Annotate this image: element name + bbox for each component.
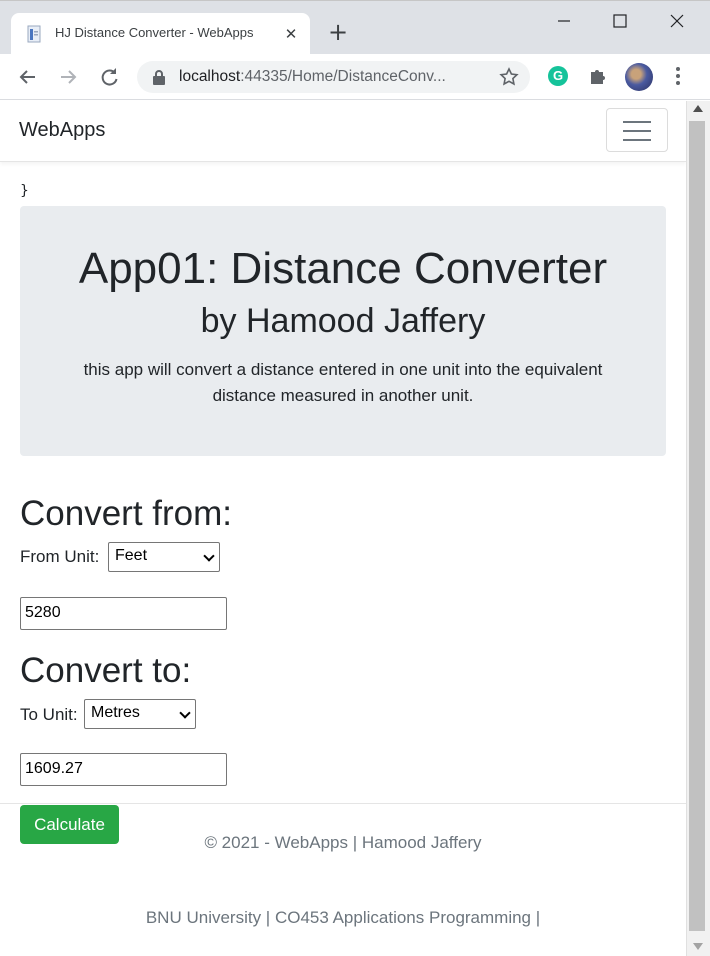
hamburger-icon[interactable]	[606, 108, 668, 152]
maximize-icon[interactable]	[600, 7, 640, 35]
kebab-menu-icon[interactable]	[670, 66, 686, 86]
site-navbar: WebApps	[0, 101, 686, 162]
url-path: :44335/Home/DistanceConv...	[240, 68, 446, 85]
to-unit-select[interactable]: Metres	[84, 699, 196, 729]
from-unit-select[interactable]: Feet	[108, 542, 220, 572]
page-subtitle: by Hamood Jaffery	[200, 302, 486, 340]
app-description: this app will convert a distance entered…	[83, 360, 603, 405]
url-text: localhost:44335/Home/DistanceConv...	[179, 68, 479, 86]
puzzle-icon[interactable]	[588, 66, 608, 86]
scroll-up-icon[interactable]	[693, 105, 703, 112]
page-title: App01: Distance Converter	[78, 244, 608, 293]
page-scrollbar[interactable]	[686, 101, 710, 956]
footer-course: BNU University | CO453 Applications Prog…	[145, 908, 541, 927]
stray-text: }	[20, 183, 29, 199]
brand-link[interactable]: WebApps	[19, 119, 105, 142]
close-icon[interactable]: ✕	[281, 24, 301, 44]
to-value-output[interactable]: 1609.27	[20, 753, 227, 786]
forward-arrow-icon[interactable]	[56, 65, 80, 89]
from-unit-value: Feet	[115, 547, 148, 564]
from-value-input[interactable]: 5280	[20, 597, 227, 630]
convert-from-heading: Convert from:	[20, 494, 232, 533]
page-viewport: WebApps } App01: Distance Converter by H…	[0, 101, 686, 956]
jumbotron: App01: Distance Converter by Hamood Jaff…	[20, 206, 666, 456]
avatar[interactable]	[625, 63, 653, 91]
to-unit-value: Metres	[91, 704, 140, 721]
browser-tab[interactable]: HJ Distance Converter - WebApps ✕	[11, 13, 310, 55]
chevron-down-icon	[203, 550, 215, 562]
scroll-thumb[interactable]	[689, 121, 705, 931]
calculate-button[interactable]: Calculate	[20, 805, 119, 844]
lock-icon[interactable]	[152, 69, 166, 85]
back-arrow-icon[interactable]	[16, 65, 40, 89]
chevron-down-icon	[179, 707, 191, 719]
browser-titlebar: HJ Distance Converter - WebApps ✕ +	[0, 0, 710, 55]
page-favicon-icon	[27, 25, 41, 43]
to-unit-label: To Unit:	[20, 705, 78, 724]
footer-divider	[0, 803, 686, 804]
star-icon[interactable]	[498, 66, 520, 88]
url-host: localhost	[179, 68, 241, 85]
minimize-icon[interactable]	[544, 7, 584, 35]
window-close-icon[interactable]	[657, 7, 697, 35]
plus-icon[interactable]: +	[326, 20, 350, 44]
reload-icon[interactable]	[97, 65, 121, 89]
tab-title: HJ Distance Converter - WebApps	[55, 25, 254, 40]
convert-to-heading: Convert to:	[20, 651, 192, 690]
scroll-down-icon[interactable]	[693, 943, 703, 950]
from-unit-label: From Unit:	[20, 547, 100, 566]
address-bar[interactable]: localhost:44335/Home/DistanceConv...	[137, 61, 530, 93]
grammarly-icon[interactable]: G	[548, 66, 568, 86]
